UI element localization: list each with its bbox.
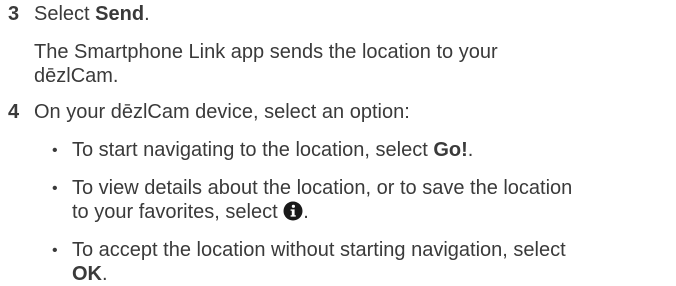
step-number: 4 — [8, 101, 20, 123]
go-option-label: Go! — [433, 139, 468, 161]
bullet-text-suffix: . — [467, 139, 474, 161]
bullet-go-option: To start navigating to the location, sel… — [72, 138, 672, 162]
bullet-marker: • — [52, 142, 58, 159]
send-option-label: Send — [95, 3, 145, 25]
bullet-details-option-line-2: to your favorites, select . — [72, 200, 672, 227]
bullet-marker: • — [52, 180, 58, 197]
bullet-text-suffix: . — [303, 201, 309, 223]
step-3-description-line-1: The Smartphone Link app sends the locati… — [34, 41, 498, 63]
bullet-text-suffix: . — [102, 263, 108, 285]
bullet-details-option-line-1: To view details about the location, or t… — [72, 177, 573, 199]
bullet-text-prefix: To start navigating to the location, sel… — [72, 139, 434, 161]
bullet-ok-option-line-2: OK. — [72, 262, 672, 286]
step-3-description-line-2: dēzlCam. — [34, 65, 119, 87]
step-number: 3 — [8, 3, 20, 25]
step-text-suffix: . — [144, 3, 150, 25]
step-text: On your dēzlCam device, select an option… — [34, 101, 410, 123]
info-circle-icon — [283, 201, 303, 227]
bullet-marker: • — [52, 242, 58, 259]
bullet-ok-option-line-1: To accept the location without starting … — [72, 239, 566, 261]
bullet-text-prefix: to your favorites, select — [72, 201, 284, 223]
step-text: Select Send. — [34, 2, 664, 26]
step-text-prefix: Select — [34, 3, 96, 25]
ok-option-label: OK — [72, 263, 102, 285]
